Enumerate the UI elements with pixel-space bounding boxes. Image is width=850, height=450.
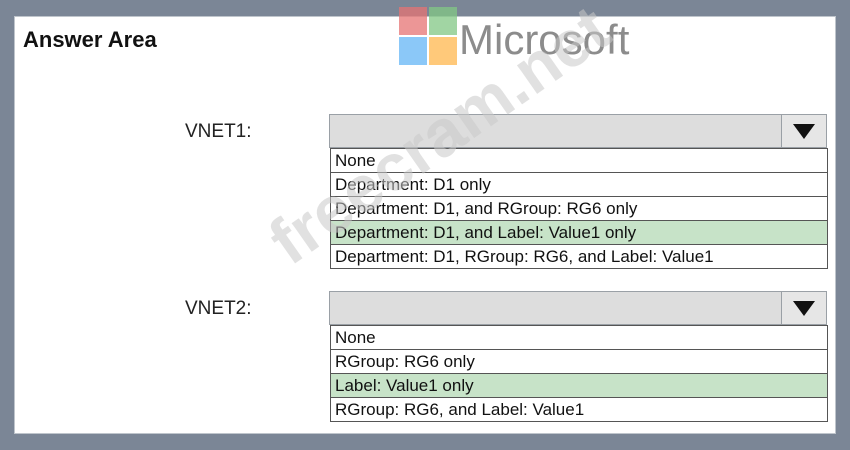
logo-square-red bbox=[399, 7, 427, 35]
chevron-down-icon bbox=[793, 123, 815, 139]
vnet2-option[interactable]: RGroup: RG6 only bbox=[331, 350, 827, 374]
vnet2-option[interactable]: None bbox=[331, 326, 827, 350]
answer-area-panel: Answer Area Microsoft VNET1: None Depart… bbox=[14, 0, 836, 434]
answer-area-title: Answer Area bbox=[23, 27, 157, 52]
vnet1-option[interactable]: Department: D1 only bbox=[331, 173, 827, 197]
logo-square-yellow bbox=[429, 37, 457, 65]
vnet1-options-list: None Department: D1 only Department: D1,… bbox=[330, 148, 828, 269]
vnet2-options-list: None RGroup: RG6 only Label: Value1 only… bbox=[330, 325, 828, 422]
vnet1-option[interactable]: None bbox=[331, 149, 827, 173]
vnet2-option-selected[interactable]: Label: Value1 only bbox=[331, 374, 827, 398]
vnet1-option[interactable]: Department: D1, RGroup: RG6, and Label: … bbox=[331, 245, 827, 268]
vnet2-label: VNET2: bbox=[185, 298, 252, 319]
vnet2-option[interactable]: RGroup: RG6, and Label: Value1 bbox=[331, 398, 827, 421]
vnet1-dropdown[interactable] bbox=[329, 114, 827, 148]
logo-square-blue bbox=[399, 37, 427, 65]
vnet1-option[interactable]: Department: D1, and RGroup: RG6 only bbox=[331, 197, 827, 221]
vnet1-dropdown-button[interactable] bbox=[781, 115, 826, 147]
vnet1-label: VNET1: bbox=[185, 121, 252, 142]
logo-square-green bbox=[429, 7, 457, 35]
vnet1-option-selected[interactable]: Department: D1, and Label: Value1 only bbox=[331, 221, 827, 245]
vnet2-dropdown-button[interactable] bbox=[781, 292, 826, 324]
vnet2-dropdown[interactable] bbox=[329, 291, 827, 325]
chevron-down-icon bbox=[793, 300, 815, 316]
logo-wordmark: Microsoft bbox=[459, 16, 630, 63]
